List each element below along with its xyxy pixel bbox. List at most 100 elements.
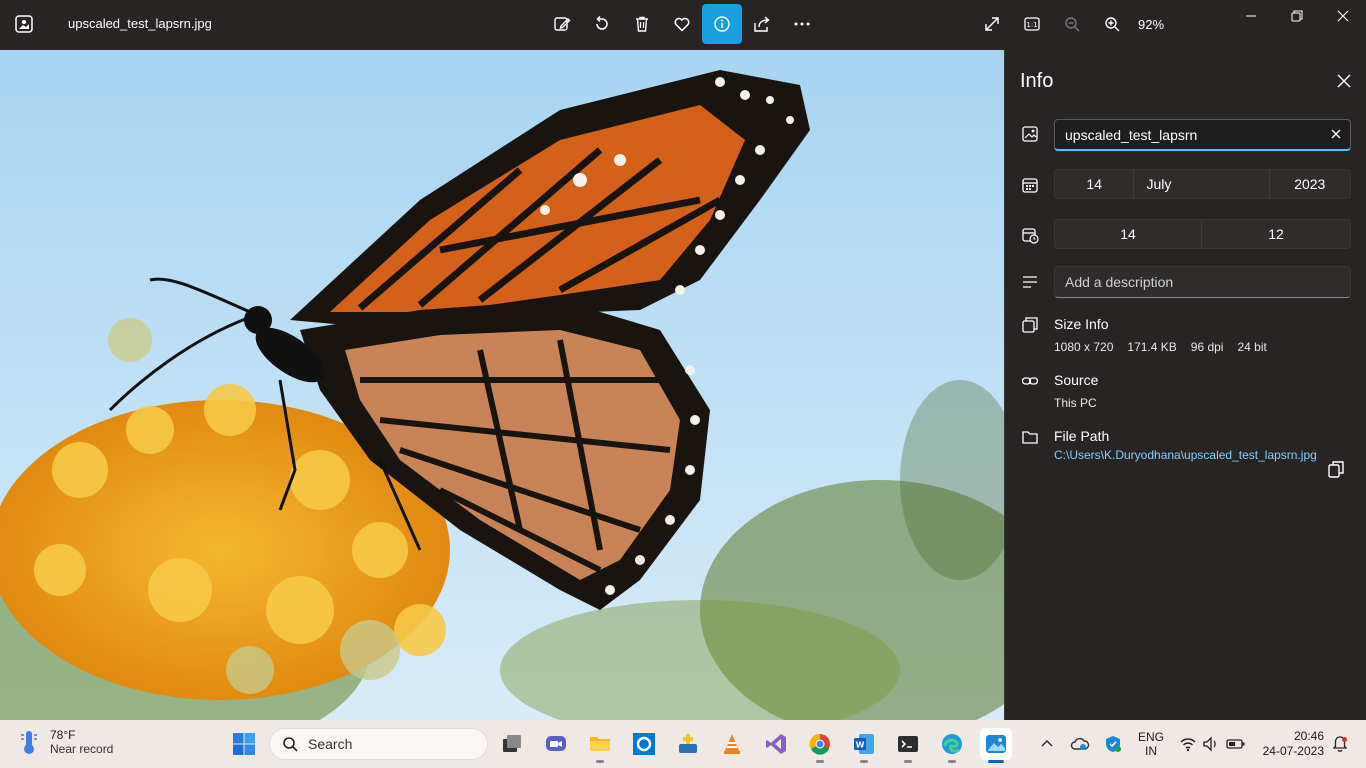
date-month[interactable]: July bbox=[1134, 170, 1270, 198]
chat-icon bbox=[546, 736, 566, 751]
running-indicator bbox=[816, 760, 824, 763]
share-button[interactable] bbox=[742, 4, 782, 44]
security-shield-icon[interactable] bbox=[1103, 734, 1123, 754]
running-indicator bbox=[948, 760, 956, 763]
clock-time: 20:46 bbox=[1293, 729, 1324, 743]
vlc-icon bbox=[724, 734, 740, 754]
edge-icon bbox=[942, 734, 962, 754]
zoom-level[interactable]: 92% bbox=[1138, 17, 1164, 32]
info-button[interactable] bbox=[702, 4, 742, 44]
zoom-out-button[interactable] bbox=[1052, 4, 1092, 44]
file-title: upscaled_test_lapsrn.jpg bbox=[68, 16, 212, 31]
task-view-button[interactable] bbox=[496, 728, 528, 760]
minimize-button[interactable] bbox=[1228, 0, 1274, 32]
time-minute[interactable]: 12 bbox=[1202, 220, 1350, 248]
notification-icon[interactable] bbox=[1331, 735, 1349, 753]
circle-app-icon bbox=[633, 733, 655, 755]
word-icon: W bbox=[854, 734, 874, 754]
photos-app[interactable] bbox=[980, 728, 1012, 763]
close-icon[interactable] bbox=[1335, 72, 1353, 90]
task-view-icon bbox=[503, 735, 521, 752]
chevron-up-icon[interactable] bbox=[1040, 737, 1054, 751]
close-window-button[interactable] bbox=[1320, 0, 1366, 32]
weather-condition: Near record bbox=[50, 742, 114, 756]
time-picker[interactable]: 14 12 bbox=[1054, 219, 1351, 249]
date-year[interactable]: 2023 bbox=[1270, 170, 1350, 198]
share-icon bbox=[754, 16, 770, 32]
date-day[interactable]: 14 bbox=[1055, 170, 1135, 198]
photos-icon bbox=[986, 735, 1006, 753]
photos-app-icon bbox=[15, 15, 33, 33]
delete-button[interactable] bbox=[622, 4, 662, 44]
windows-start-icon[interactable] bbox=[232, 732, 256, 756]
zoom-in-button[interactable] bbox=[1092, 4, 1132, 44]
window-controls bbox=[1228, 0, 1366, 32]
edit-icon bbox=[554, 17, 571, 31]
maximize-button[interactable] bbox=[1274, 0, 1320, 32]
photo-canvas[interactable] bbox=[0, 50, 1004, 720]
view-controls: 1:1 92% bbox=[972, 4, 1164, 44]
terminal-icon bbox=[898, 736, 918, 752]
edge-app[interactable] bbox=[936, 728, 968, 763]
favorite-button[interactable] bbox=[662, 4, 702, 44]
more-button[interactable] bbox=[782, 4, 822, 44]
visual-studio-app[interactable] bbox=[760, 728, 792, 760]
size-info-icon bbox=[1022, 317, 1038, 333]
chrome-app[interactable] bbox=[804, 728, 836, 763]
folder-icon bbox=[1022, 431, 1038, 444]
file-explorer-app[interactable] bbox=[584, 728, 616, 763]
source-value-row: This PC bbox=[1054, 396, 1097, 410]
bit-depth: 24 bit bbox=[1237, 340, 1267, 354]
rotate-button[interactable] bbox=[582, 4, 622, 44]
actual-size-button[interactable]: 1:1 bbox=[1012, 4, 1052, 44]
chat-app[interactable] bbox=[540, 728, 572, 760]
calendar-icon bbox=[1022, 178, 1038, 193]
toolbar bbox=[542, 4, 822, 44]
svg-text:W: W bbox=[856, 741, 865, 750]
file-name-field[interactable]: upscaled_test_lapsrn bbox=[1054, 119, 1351, 151]
minimize-icon bbox=[1246, 15, 1256, 17]
image-icon bbox=[1022, 126, 1038, 142]
battery-icon[interactable] bbox=[1226, 735, 1246, 753]
weather-widget[interactable]: 78°F Near record bbox=[18, 728, 113, 756]
clock-date: 24-07-2023 bbox=[1262, 744, 1324, 758]
clear-icon[interactable] bbox=[1330, 128, 1342, 140]
vlc-app[interactable] bbox=[716, 728, 748, 760]
source-title: Source bbox=[1054, 372, 1099, 388]
file-path-link[interactable]: C:\Users\K.Duryodhana\upscaled_test_laps… bbox=[1054, 448, 1317, 462]
image-dimensions: 1080 x 720 bbox=[1054, 340, 1114, 354]
taskbar-search[interactable]: Search bbox=[269, 728, 488, 760]
time-hour[interactable]: 14 bbox=[1055, 220, 1202, 248]
visual-studio-icon bbox=[766, 734, 786, 754]
volume-icon[interactable] bbox=[1202, 735, 1220, 753]
fullscreen-button[interactable] bbox=[972, 4, 1012, 44]
file-size: 171.4 KB bbox=[1127, 340, 1177, 354]
actual-size-icon: 1:1 bbox=[1024, 17, 1040, 31]
link-icon bbox=[1021, 377, 1039, 385]
system-clock[interactable]: 20:46 24-07-2023 bbox=[1258, 729, 1324, 759]
language-indicator[interactable]: ENG IN bbox=[1138, 730, 1164, 758]
search-icon bbox=[283, 737, 298, 752]
weather-temp: 78°F bbox=[50, 728, 76, 742]
cortana-app[interactable] bbox=[628, 728, 660, 760]
butterfly-photo bbox=[0, 50, 1004, 720]
size-info-details: 1080 x 720 171.4 KB 96 dpi 24 bit bbox=[1054, 340, 1267, 354]
thermometer-icon bbox=[21, 731, 37, 754]
description-input[interactable]: Add a description bbox=[1054, 266, 1351, 298]
taskbar: 78°F Near record Search W ENG IN 20:46 2… bbox=[0, 720, 1366, 768]
search-label: Search bbox=[308, 736, 353, 752]
folder-icon bbox=[590, 737, 610, 751]
copy-icon[interactable] bbox=[1326, 459, 1346, 479]
word-app[interactable]: W bbox=[848, 728, 880, 763]
app-installer-app[interactable] bbox=[672, 728, 704, 760]
running-indicator bbox=[596, 760, 604, 763]
calendar-clock-icon bbox=[1022, 228, 1039, 244]
terminal-app[interactable] bbox=[892, 728, 924, 763]
zoom-out-icon bbox=[1065, 17, 1080, 32]
cloud-sync-icon[interactable] bbox=[1070, 734, 1090, 754]
info-icon bbox=[714, 16, 730, 32]
edit-button[interactable] bbox=[542, 4, 582, 44]
wifi-icon[interactable] bbox=[1179, 735, 1197, 753]
more-icon bbox=[794, 22, 810, 26]
date-picker[interactable]: 14 July 2023 bbox=[1054, 169, 1351, 199]
